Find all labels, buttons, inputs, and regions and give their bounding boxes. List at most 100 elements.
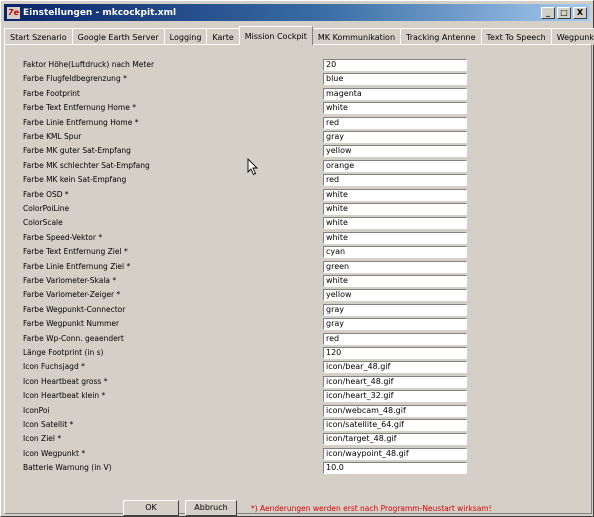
setting-label: Farbe Wp-Conn. geaendert: [23, 333, 124, 343]
setting-row: Farbe Wp-Conn. geaendert red: [5, 332, 591, 346]
setting-label: Farbe OSD *: [23, 189, 69, 199]
setting-label: Farbe MK kein Sat-Empfang: [23, 175, 127, 185]
setting-row: Farbe OSD * white: [5, 188, 591, 202]
setting-value-field[interactable]: white: [323, 188, 467, 201]
setting-value-field[interactable]: red: [323, 332, 467, 345]
setting-value-field[interactable]: blue: [323, 73, 467, 86]
setting-row: Farbe Variometer-Skala * white: [5, 275, 591, 288]
tab-mk-kommunikation[interactable]: MK Kommunikation: [311, 28, 402, 45]
setting-value-field[interactable]: red: [323, 116, 467, 129]
setting-row: Icon Ziel * icon/target_48.gif: [5, 433, 591, 446]
setting-value-field[interactable]: green: [323, 260, 467, 273]
setting-label: Farbe Text Entfernung Ziel *: [23, 247, 128, 257]
setting-row: Icon Satellit * icon/satellite_64.gif: [5, 419, 591, 432]
tab-text-to-speech[interactable]: Text To Speech: [480, 28, 552, 45]
setting-value-field[interactable]: gray: [323, 131, 467, 143]
setting-value-field[interactable]: orange: [323, 159, 467, 172]
setting-value-field[interactable]: magenta: [323, 87, 467, 100]
setting-value-field[interactable]: 10.0: [323, 462, 467, 475]
setting-value-field[interactable]: white: [323, 203, 467, 215]
setting-value-field[interactable]: white: [323, 102, 467, 115]
setting-row: Farbe MK kein Sat-Empfang red: [5, 174, 591, 187]
tab-google-earth-server[interactable]: Google Earth Server: [71, 28, 165, 45]
setting-value-field[interactable]: gray: [323, 303, 467, 316]
setting-value-field[interactable]: white: [323, 217, 467, 230]
setting-value-field[interactable]: white: [323, 231, 467, 244]
setting-row: Farbe Flugfeldbegrenzung * blue: [5, 73, 591, 86]
setting-value-field[interactable]: cyan: [323, 246, 467, 259]
title-bar[interactable]: 7e Einstellungen - mkcockpit.xml _ □ X: [4, 4, 590, 21]
tab-bar: Start Szenario Google Earth Server Logging…: [4, 26, 594, 45]
setting-label: Icon Wegpunkt *: [23, 448, 86, 458]
setting-row: Icon Heartbeat klein * icon/heart_32.gif: [5, 390, 591, 403]
app-icon: 7e: [7, 6, 20, 19]
setting-row: Icon Heartbeat gross * icon/heart_48.gif: [5, 375, 591, 389]
setting-label: Farbe KML Spur: [23, 132, 82, 141]
mouse-pointer-icon: [247, 158, 259, 176]
setting-row: Länge Footprint (in s) 120: [5, 347, 591, 360]
setting-row: Farbe Text Entfernung Home * white: [5, 102, 591, 115]
settings-panel: Faktor Höhe(Luftdruck) nach Meter 20 Farbe…: [4, 44, 592, 516]
setting-row: Farbe Wegpunkt-Connector gray: [5, 303, 591, 317]
setting-label: Farbe MK schlechter Sat-Empfang: [23, 160, 150, 170]
setting-row: ColorScale white: [5, 217, 591, 230]
setting-value-field[interactable]: icon/waypoint_48.gif: [323, 447, 467, 460]
setting-label: Icon Satellit *: [23, 420, 74, 429]
setting-label: Farbe MK guter Sat-Empfang: [23, 146, 131, 156]
setting-row: Icon Fuchsjagd * icon/bear_48.gif: [5, 361, 591, 374]
setting-label: Farbe Wegpunkt-Connector: [23, 304, 126, 314]
setting-value-field[interactable]: icon/heart_32.gif: [323, 390, 467, 403]
minimize-button[interactable]: _: [541, 6, 555, 19]
setting-row: Faktor Höhe(Luftdruck) nach Meter 20: [5, 59, 591, 72]
setting-row: Farbe Linie Entfernung Ziel * green: [5, 260, 591, 274]
cancel-button[interactable]: Abbruch: [185, 500, 237, 516]
setting-label: IconPoi: [23, 405, 50, 415]
setting-row: Farbe Linie Entfernung Home * red: [5, 116, 591, 130]
tab-mission-cockpit[interactable]: Mission Cockpit: [238, 26, 313, 45]
tab-karte[interactable]: Karte: [206, 28, 240, 45]
setting-row: Farbe Variometer-Zeiger * yellow: [5, 289, 591, 302]
setting-label: Farbe Footprint: [23, 88, 80, 98]
setting-label: Farbe Variometer-Zeiger *: [23, 290, 121, 300]
setting-row: Farbe Footprint magenta: [5, 87, 591, 101]
tab-wegpunkte[interactable]: Wegpunkte: [550, 28, 594, 45]
setting-label: ColorPoiLine: [23, 204, 70, 213]
setting-value-field[interactable]: yellow: [323, 289, 467, 302]
setting-value-field[interactable]: icon/satellite_64.gif: [323, 419, 467, 431]
setting-label: Icon Heartbeat klein *: [23, 391, 106, 401]
setting-value-field[interactable]: icon/target_48.gif: [323, 433, 467, 446]
setting-row: Farbe Speed-Vektor * white: [5, 231, 591, 245]
setting-label: Farbe Speed-Vektor *: [23, 232, 103, 242]
setting-value-field[interactable]: 120: [323, 347, 467, 359]
setting-row: Icon Wegpunkt * icon/waypoint_48.gif: [5, 447, 591, 461]
tab-start-szenario[interactable]: Start Szenario: [4, 28, 73, 45]
setting-label: ColorScale: [23, 218, 63, 228]
setting-value-field[interactable]: icon/bear_48.gif: [323, 361, 467, 374]
setting-value-field[interactable]: gray: [323, 318, 467, 331]
setting-row: Farbe KML Spur gray: [5, 131, 591, 144]
tab-tracking-antenne[interactable]: Tracking Antenne: [400, 28, 482, 45]
setting-row: Batterie Warnung (in V) 10.0: [5, 462, 591, 475]
setting-label: Farbe Text Entfernung Home *: [23, 103, 136, 113]
setting-value-field[interactable]: yellow: [323, 145, 467, 158]
setting-label: Farbe Wegpunkt Nummer: [23, 319, 120, 329]
setting-value-field[interactable]: red: [323, 174, 467, 187]
tab-logging[interactable]: Logging: [163, 28, 208, 45]
settings-window: 7e Einstellungen - mkcockpit.xml _ □ X S…: [0, 0, 594, 517]
setting-label: Länge Footprint (in s): [23, 348, 104, 357]
restart-note: *) Aenderungen werden erst nach Programm…: [251, 504, 492, 513]
maximize-button[interactable]: □: [557, 6, 571, 19]
setting-value-field[interactable]: icon/webcam_48.gif: [323, 404, 467, 417]
setting-value-field[interactable]: icon/heart_48.gif: [323, 375, 467, 388]
setting-label: Farbe Variometer-Skala *: [23, 276, 117, 285]
setting-row: ColorPoiLine white: [5, 203, 591, 216]
setting-value-field[interactable]: 20: [323, 59, 467, 71]
setting-label: Farbe Linie Entfernung Ziel *: [23, 261, 131, 271]
setting-value-field[interactable]: white: [323, 275, 467, 287]
ok-button[interactable]: OK: [123, 500, 179, 516]
setting-row: IconPoi icon/webcam_48.gif: [5, 404, 591, 418]
setting-row: Farbe MK guter Sat-Empfang yellow: [5, 145, 591, 158]
setting-label: Faktor Höhe(Luftdruck) nach Meter: [23, 60, 155, 69]
setting-row: Farbe Wegpunkt Nummer gray: [5, 318, 591, 331]
close-button[interactable]: X: [573, 6, 587, 19]
